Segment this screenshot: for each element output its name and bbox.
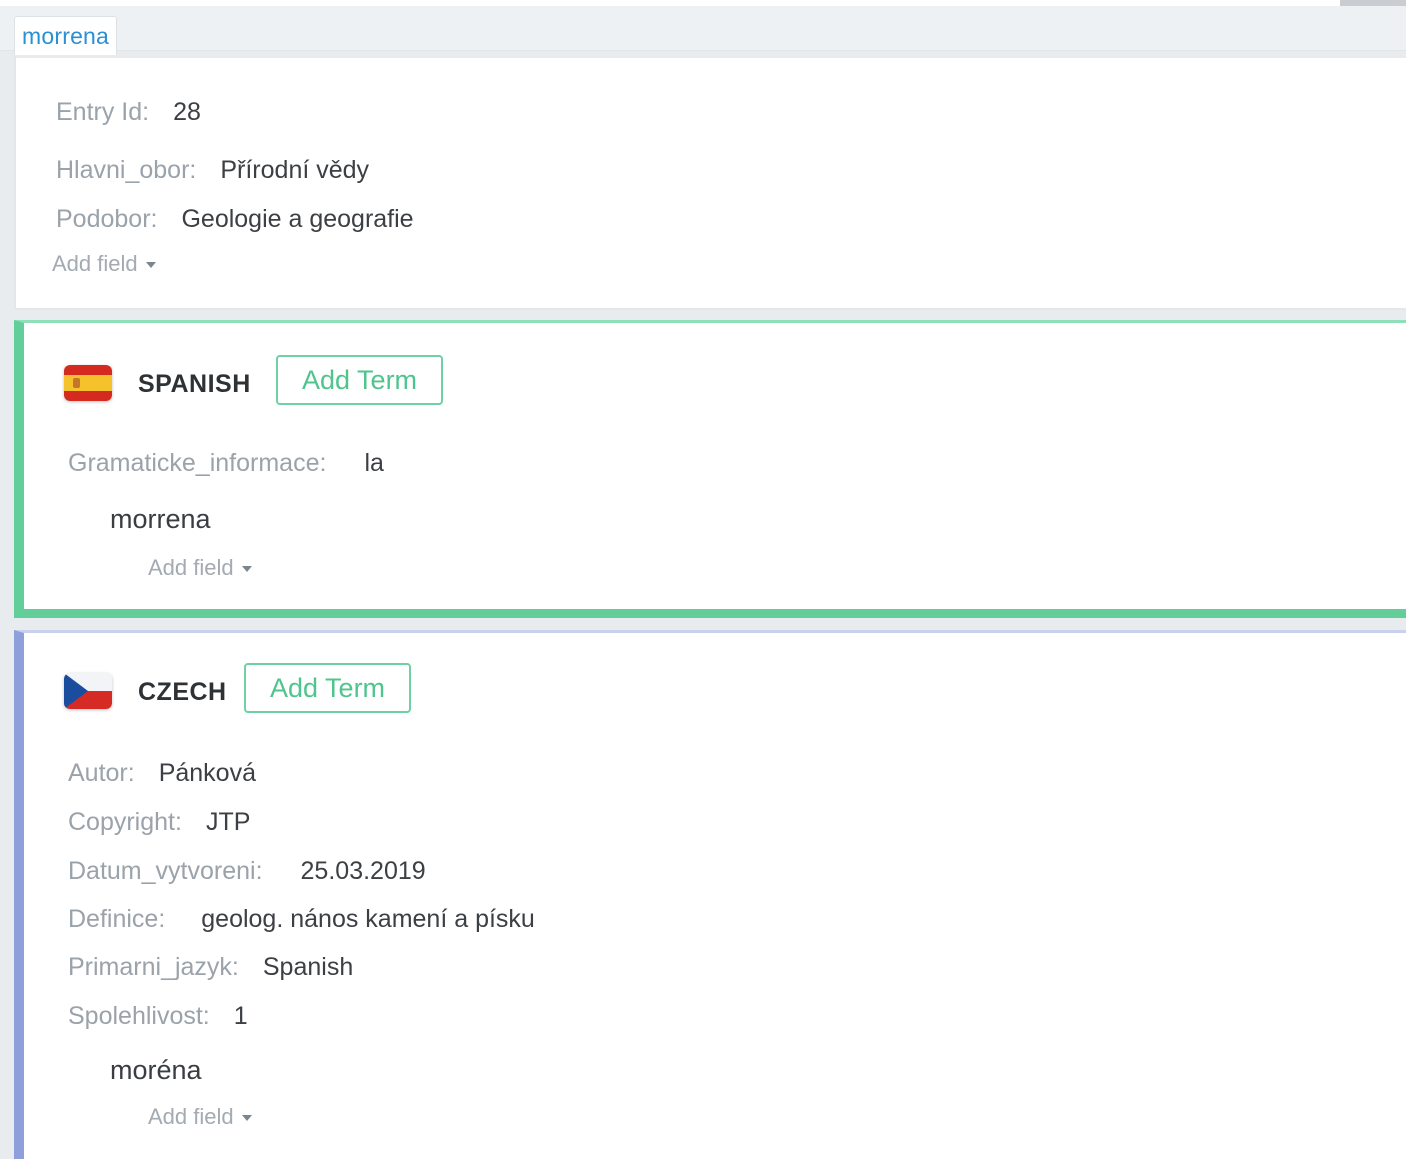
spanish-add-term-button[interactable]: Add Term bbox=[276, 355, 444, 405]
flag-stripe bbox=[64, 375, 112, 391]
spain-flag-icon bbox=[64, 365, 112, 401]
copyright-field: Copyright: JTP bbox=[68, 806, 250, 838]
spolehlivost-field: Spolehlivost: 1 bbox=[68, 1000, 248, 1032]
field-label: Primarni_jazyk: bbox=[68, 953, 239, 981]
caret-down-icon bbox=[241, 566, 252, 573]
field-value: Geologie a geografie bbox=[181, 205, 414, 233]
add-field-label: Add field bbox=[52, 251, 138, 276]
caret-down-icon bbox=[145, 262, 156, 269]
czech-language-panel: CZECH Add Term Autor: Pánková Copyright: J… bbox=[14, 630, 1406, 1159]
spanish-add-field-dropdown[interactable]: Add field bbox=[148, 554, 252, 582]
field-value: 28 bbox=[173, 98, 201, 126]
field-label: Podobor: bbox=[56, 205, 158, 233]
field-value: 1 bbox=[233, 1002, 248, 1030]
tab-bar: morrena bbox=[0, 6, 1406, 55]
podobor-field: Podobor: Geologie a geografie bbox=[56, 203, 414, 235]
field-value: Přírodní vědy bbox=[220, 156, 370, 184]
field-value: Pánková bbox=[158, 759, 256, 787]
entry-panel: Entry Id: 28 Hlavni_obor: Přírodní vědy Po… bbox=[14, 56, 1406, 310]
field-value: geolog. nános kamení a písku bbox=[201, 905, 535, 933]
field-label: Hlavni_obor: bbox=[56, 156, 197, 184]
language-name: SPANISH bbox=[138, 370, 251, 398]
field-label: Datum_vytvoreni: bbox=[68, 857, 263, 885]
czech-term[interactable]: moréna bbox=[110, 1054, 202, 1086]
page: morrena Entry Id: 28 Hlavni_obor: Přírodní… bbox=[0, 0, 1406, 1159]
czech-add-field-dropdown[interactable]: Add field bbox=[148, 1103, 252, 1131]
field-label: Spolehlivost: bbox=[68, 1002, 210, 1030]
definice-field: Definice: geolog. nános kamení a písku bbox=[68, 903, 535, 935]
entry-add-field-dropdown[interactable]: Add field bbox=[52, 250, 156, 278]
flag-emblem bbox=[73, 378, 80, 388]
hlavni-obor-field: Hlavni_obor: Přírodní vědy bbox=[56, 154, 369, 186]
field-label: Definice: bbox=[68, 905, 166, 933]
field-value: la bbox=[364, 449, 384, 477]
spanish-language-panel: SPANISH Add Term Gramaticke_informace: la… bbox=[14, 320, 1406, 618]
field-label: Copyright: bbox=[68, 808, 182, 836]
field-value: JTP bbox=[205, 808, 251, 836]
flag-stripe bbox=[64, 365, 112, 375]
tab-morrena[interactable]: morrena bbox=[14, 16, 118, 55]
language-name: CZECH bbox=[138, 678, 227, 706]
field-label: Gramaticke_informace: bbox=[68, 449, 327, 477]
add-field-label: Add field bbox=[148, 1104, 234, 1129]
spanish-term[interactable]: morrena bbox=[110, 503, 211, 535]
entry-id-field: Entry Id: 28 bbox=[56, 96, 201, 128]
caret-down-icon bbox=[241, 1115, 252, 1122]
primarni-jazyk-field: Primarni_jazyk: Spanish bbox=[68, 951, 353, 983]
gramaticke-informace-field: Gramaticke_informace: la bbox=[68, 447, 384, 479]
field-value: 25.03.2019 bbox=[300, 857, 426, 885]
czech-flag-icon bbox=[64, 673, 112, 709]
field-label: Entry Id: bbox=[56, 98, 150, 126]
flag-stripe bbox=[64, 391, 112, 401]
czech-add-term-button[interactable]: Add Term bbox=[244, 663, 412, 713]
autor-field: Autor: Pánková bbox=[68, 757, 256, 789]
flag-triangle bbox=[64, 673, 88, 709]
add-field-label: Add field bbox=[148, 555, 234, 580]
field-label: Autor: bbox=[68, 759, 135, 787]
datum-vytvoreni-field: Datum_vytvoreni: 25.03.2019 bbox=[68, 855, 426, 887]
field-value: Spanish bbox=[262, 953, 354, 981]
